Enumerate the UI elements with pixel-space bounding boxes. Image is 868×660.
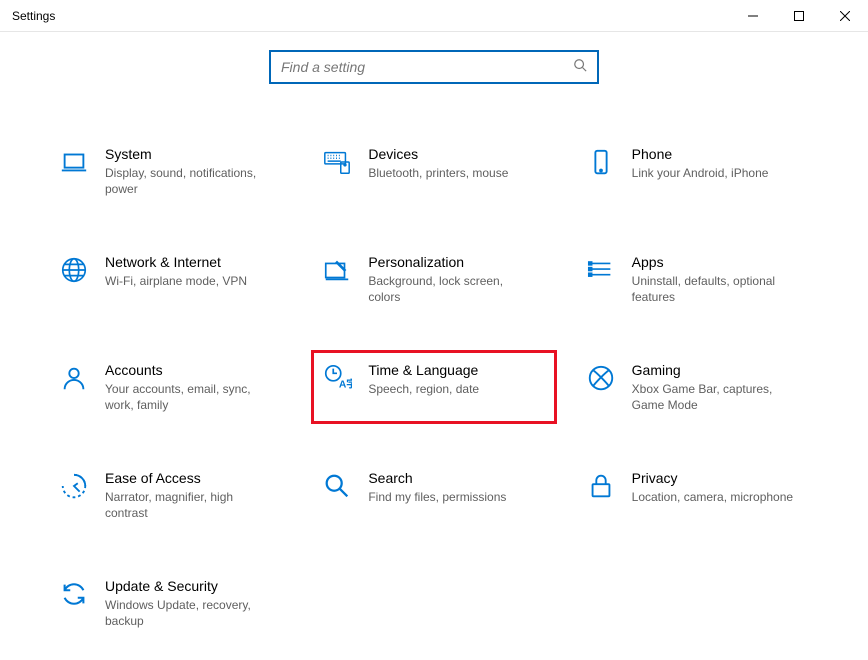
tile-desc: Find my files, permissions [368, 489, 506, 505]
minimize-button[interactable] [730, 0, 776, 32]
tile-desc: Uninstall, defaults, optional features [632, 273, 802, 305]
tile-accounts[interactable]: Accounts Your accounts, email, sync, wor… [48, 350, 293, 424]
tile-title: System [105, 145, 275, 163]
tile-desc: Display, sound, notifications, power [105, 165, 275, 197]
tile-desc: Speech, region, date [368, 381, 479, 397]
tile-personalization[interactable]: Personalization Background, lock screen,… [311, 242, 556, 316]
tile-search[interactable]: Search Find my files, permissions [311, 458, 556, 532]
tile-gaming[interactable]: Gaming Xbox Game Bar, captures, Game Mod… [575, 350, 820, 424]
tile-title: Apps [632, 253, 802, 271]
titlebar: Settings [0, 0, 868, 32]
tile-update-security[interactable]: Update & Security Windows Update, recove… [48, 566, 293, 640]
close-button[interactable] [822, 0, 868, 32]
keyboard-icon [320, 145, 354, 179]
tile-title: Phone [632, 145, 769, 163]
tile-desc: Wi-Fi, airplane mode, VPN [105, 273, 247, 289]
personalization-icon [320, 253, 354, 287]
tile-title: Ease of Access [105, 469, 275, 487]
svg-text:A字: A字 [339, 377, 352, 390]
tile-desc: Your accounts, email, sync, work, family [105, 381, 275, 413]
tile-title: Network & Internet [105, 253, 247, 271]
search-input[interactable] [281, 59, 573, 75]
globe-icon [57, 253, 91, 287]
tile-desc: Location, camera, microphone [632, 489, 793, 505]
tile-desc: Background, lock screen, colors [368, 273, 538, 305]
window-controls [730, 0, 868, 31]
close-icon [840, 11, 850, 21]
tile-title: Personalization [368, 253, 538, 271]
tile-title: Privacy [632, 469, 793, 487]
tile-desc: Windows Update, recovery, backup [105, 597, 275, 629]
settings-grid: System Display, sound, notifications, po… [0, 134, 868, 640]
tile-desc: Link your Android, iPhone [632, 165, 769, 181]
tile-title: Gaming [632, 361, 802, 379]
tile-devices[interactable]: Devices Bluetooth, printers, mouse [311, 134, 556, 208]
window-title: Settings [12, 9, 55, 23]
maximize-icon [794, 11, 804, 21]
laptop-icon [57, 145, 91, 179]
person-icon [57, 361, 91, 395]
tile-title: Accounts [105, 361, 275, 379]
time-language-icon: A字 [320, 361, 354, 395]
apps-icon [584, 253, 618, 287]
search-box[interactable] [269, 50, 599, 84]
magnifier-icon [320, 469, 354, 503]
tile-apps[interactable]: Apps Uninstall, defaults, optional featu… [575, 242, 820, 316]
minimize-icon [748, 11, 758, 21]
tile-desc: Xbox Game Bar, captures, Game Mode [632, 381, 802, 413]
search-wrap [0, 50, 868, 84]
search-icon [573, 58, 587, 77]
tile-title: Time & Language [368, 361, 479, 379]
tile-system[interactable]: System Display, sound, notifications, po… [48, 134, 293, 208]
tile-phone[interactable]: Phone Link your Android, iPhone [575, 134, 820, 208]
xbox-icon [584, 361, 618, 395]
maximize-button[interactable] [776, 0, 822, 32]
tile-privacy[interactable]: Privacy Location, camera, microphone [575, 458, 820, 532]
tile-title: Search [368, 469, 506, 487]
tile-desc: Narrator, magnifier, high contrast [105, 489, 275, 521]
tile-title: Update & Security [105, 577, 275, 595]
ease-of-access-icon [57, 469, 91, 503]
update-icon [57, 577, 91, 611]
lock-icon [584, 469, 618, 503]
tile-title: Devices [368, 145, 508, 163]
phone-icon [584, 145, 618, 179]
tile-ease-of-access[interactable]: Ease of Access Narrator, magnifier, high… [48, 458, 293, 532]
tile-network[interactable]: Network & Internet Wi-Fi, airplane mode,… [48, 242, 293, 316]
tile-time-language[interactable]: A字 Time & Language Speech, region, date [311, 350, 556, 424]
tile-desc: Bluetooth, printers, mouse [368, 165, 508, 181]
